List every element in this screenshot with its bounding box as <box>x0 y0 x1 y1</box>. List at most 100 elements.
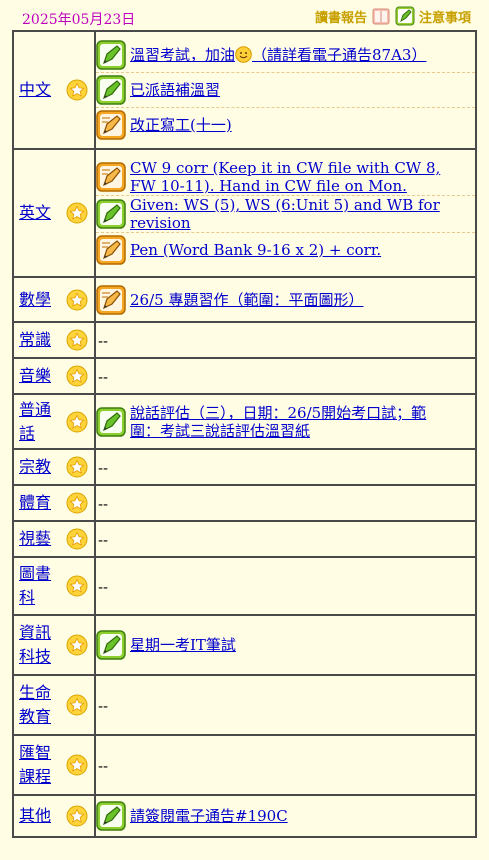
subject-cell: 資訊科技 <box>14 616 96 676</box>
subject-row: 音樂 -- <box>14 359 477 395</box>
homework-cell: 溫習考試，加油 （請詳看電子通告87A3） 已派語補溫習 改正寫工(十一) <box>96 32 477 150</box>
star-icon[interactable] <box>66 694 88 716</box>
homework-link[interactable]: Given: WS (5), WS (6:Unit 5) and WB for … <box>130 196 475 232</box>
homework-link[interactable]: 星期一考IT筆試 <box>130 636 256 654</box>
star-icon[interactable] <box>66 79 88 101</box>
homework-cell: 請簽閱電子通告#190C <box>96 796 477 838</box>
star-icon[interactable] <box>66 456 88 478</box>
subject-name-link[interactable]: 中文 <box>19 78 61 102</box>
subject-name-link[interactable]: 生命教育 <box>19 681 61 729</box>
subject-name-link[interactable]: 音樂 <box>19 364 61 388</box>
subject-row: 視藝 -- <box>14 522 477 558</box>
star-icon[interactable] <box>66 329 88 351</box>
homework-item: 星期一考IT筆試 <box>96 628 475 662</box>
homework-text: 星期一考IT筆試 <box>130 636 236 654</box>
no-homework-text: -- <box>98 698 109 715</box>
subject-name-link[interactable]: 宗教 <box>19 455 61 479</box>
top-links: 讀書報告 注意事項 <box>315 5 471 27</box>
smiley-wrapper <box>235 46 252 64</box>
subject-row: 宗教 -- <box>14 450 477 486</box>
homework-link[interactable]: 溫習考試，加油 （請詳看電子通告87A3） <box>130 46 446 64</box>
green-pencil-icon <box>96 630 126 660</box>
subject-cell-content: 體育 <box>14 486 94 520</box>
subject-cell: 普通話 <box>14 395 96 450</box>
homework-cell: CW 9 corr (Keep it in CW file with CW 8,… <box>96 150 477 278</box>
subject-cell-content: 宗教 <box>14 450 94 484</box>
subject-name-link[interactable]: 其他 <box>19 804 61 828</box>
green-pencil-icon <box>96 199 126 229</box>
homework-link[interactable]: 改正寫工(十一) <box>130 116 252 134</box>
homework-text: Pen (Word Bank 9-16 x 2) + corr. <box>130 241 382 259</box>
subject-row: 匯智課程 -- <box>14 736 477 796</box>
green-pencil-icon <box>96 406 126 437</box>
subject-name-link[interactable]: 體育 <box>19 491 61 515</box>
subject-name-link[interactable]: 英文 <box>19 201 61 225</box>
subject-cell-content: 資訊科技 <box>14 616 94 674</box>
homework-item: Given: WS (5), WS (6:Unit 5) and WB for … <box>96 195 475 232</box>
homework-item: CW 9 corr (Keep it in CW file with CW 8,… <box>96 159 475 195</box>
homework-text: 已派語補溫習 <box>130 81 221 99</box>
subject-cell: 匯智課程 <box>14 736 96 796</box>
star-icon[interactable] <box>66 411 88 433</box>
star-icon[interactable] <box>66 805 88 827</box>
homework-cell: 說話評估（三），日期：26/5開始考口試；範圍：考試三說話評估溫習紙 <box>96 395 477 450</box>
subject-row: 資訊科技 星期一考IT筆試 <box>14 616 477 676</box>
subject-name-link[interactable]: 數學 <box>19 288 61 312</box>
homework-link[interactable]: 請簽閱電子通告#190C <box>130 807 308 825</box>
subject-cell-content: 圖書科 <box>14 558 94 614</box>
subject-name-link[interactable]: 圖書科 <box>19 562 61 610</box>
homework-text: 改正寫工(十一) <box>130 116 232 134</box>
subject-name-link[interactable]: 普通話 <box>19 398 61 446</box>
subject-name-link[interactable]: 常識 <box>19 328 61 352</box>
homework-cell: -- <box>96 359 477 395</box>
subject-cell: 圖書科 <box>14 558 96 616</box>
homework-item: 已派語補溫習 <box>96 72 475 107</box>
subject-cell: 常識 <box>14 323 96 359</box>
top-bar: 2025年05月23日 讀書報告 注意事項 <box>0 0 489 30</box>
subject-row: 體育 -- <box>14 486 477 522</box>
homework-cell: -- <box>96 522 477 558</box>
no-homework-text: -- <box>98 579 109 596</box>
star-icon[interactable] <box>66 575 88 597</box>
star-icon[interactable] <box>66 202 88 224</box>
star-icon[interactable] <box>66 365 88 387</box>
subject-cell: 視藝 <box>14 522 96 558</box>
subject-row: 普通話 說話評估（三），日期：26/5開始考口試；範圍：考試三說話評估溫習紙 <box>14 395 477 450</box>
green-pencil-icon <box>96 801 126 831</box>
subject-name-link[interactable]: 資訊科技 <box>19 621 61 669</box>
homework-text: 請簽閱電子通告#190C <box>130 807 288 825</box>
homework-text-suffix: （請詳看電子通告87A3） <box>252 46 427 64</box>
homework-item: 請簽閱電子通告#190C <box>96 799 475 833</box>
book-icon[interactable] <box>371 6 391 26</box>
subject-row: 常識 -- <box>14 323 477 359</box>
homework-cell: -- <box>96 736 477 796</box>
star-icon[interactable] <box>66 754 88 776</box>
homework-item: 改正寫工(十一) <box>96 107 475 142</box>
subject-cell: 音樂 <box>14 359 96 395</box>
homework-link[interactable]: 已派語補溫習 <box>130 81 240 99</box>
subject-cell: 中文 <box>14 32 96 150</box>
homework-link[interactable]: 說話評估（三），日期：26/5開始考口試；範圍：考試三說話評估溫習紙 <box>130 404 475 440</box>
subject-cell: 體育 <box>14 486 96 522</box>
homework-link[interactable]: Pen (Word Bank 9-16 x 2) + corr. <box>130 241 407 259</box>
read-report-link[interactable]: 讀書報告 <box>315 7 367 26</box>
homework-link[interactable]: CW 9 corr (Keep it in CW file with CW 8,… <box>130 159 475 195</box>
star-icon[interactable] <box>66 492 88 514</box>
subject-row: 圖書科 -- <box>14 558 477 616</box>
star-icon[interactable] <box>66 634 88 656</box>
star-icon[interactable] <box>66 289 88 311</box>
notice-link[interactable]: 注意事項 <box>419 7 471 26</box>
homework-link[interactable]: 26/5 專題習作（範圍：平面圖形） <box>130 291 383 309</box>
no-homework-text: -- <box>98 460 109 477</box>
homework-item: 說話評估（三），日期：26/5開始考口試；範圍：考試三說話評估溫習紙 <box>96 404 475 440</box>
subject-name-link[interactable]: 匯智課程 <box>19 741 61 789</box>
star-icon[interactable] <box>66 528 88 550</box>
notice-pencil-icon[interactable] <box>395 6 415 26</box>
subject-cell-content: 數學 <box>14 278 94 321</box>
subject-cell-content: 常識 <box>14 323 94 357</box>
subject-name-link[interactable]: 視藝 <box>19 527 61 551</box>
homework-text: 26/5 專題習作（範圍：平面圖形） <box>130 290 364 309</box>
subject-cell: 生命教育 <box>14 676 96 736</box>
homework-table: 中文 溫習考試，加油 （請詳看電子通告87A3） 已派語補溫習 改正寫工(十一) 英文 CW… <box>12 30 477 838</box>
no-homework-text: -- <box>98 369 109 386</box>
